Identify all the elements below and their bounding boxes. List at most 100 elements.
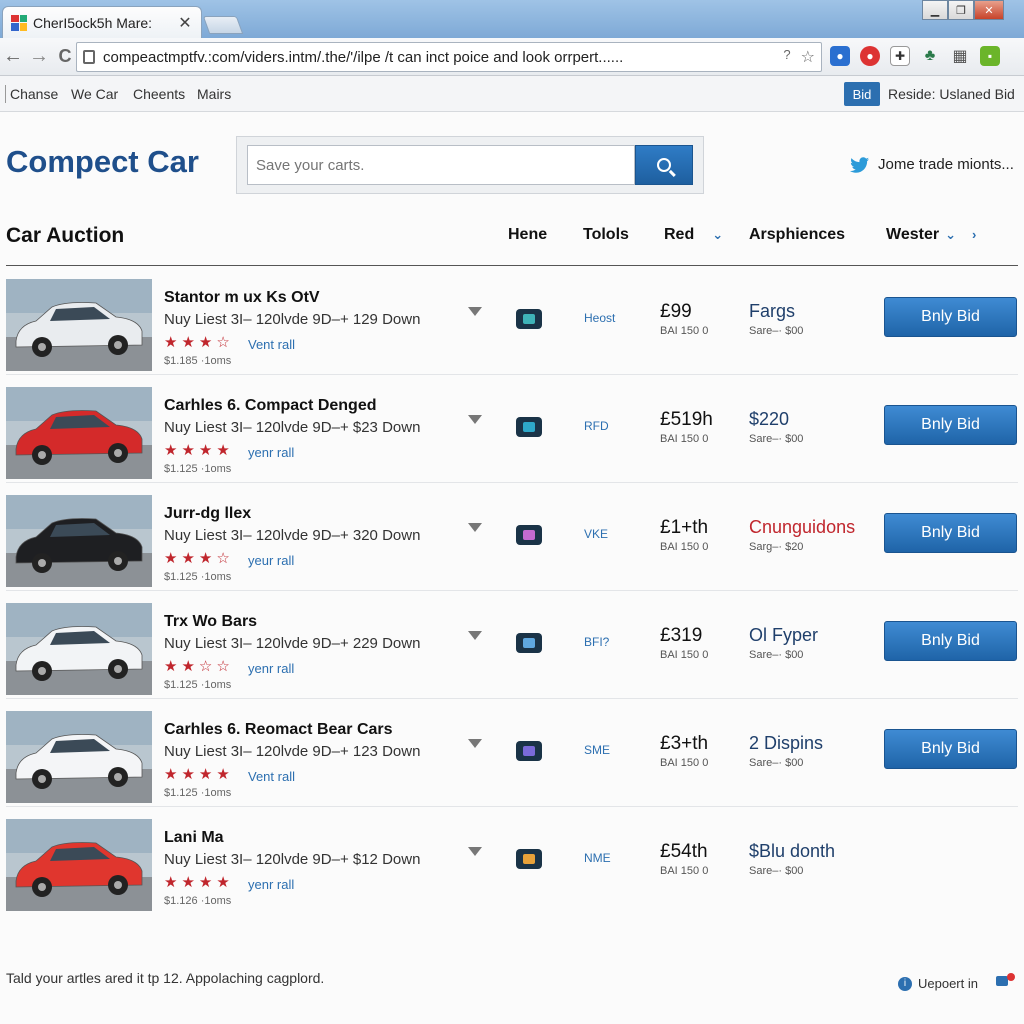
bid-button[interactable]: Bnly Bid [884,405,1017,445]
column-hene[interactable]: Hene [508,226,547,244]
page-title: Car Auction [6,224,125,247]
listing-row[interactable]: Jurr-dg llex Nuy Liest 3I– 120lvde 9D–+ … [6,483,1018,591]
app-icon[interactable] [516,849,542,869]
rating-link[interactable]: yeur rall [248,553,294,568]
bookmark-mairs[interactable]: Mairs [197,86,231,102]
price-sub: BAI 150 0 [660,757,709,769]
rating-link[interactable]: yenr rall [248,661,294,676]
listing-row[interactable]: Carhles 6. Compact Denged Nuy Liest 3I– … [6,375,1018,483]
bid-badge-button[interactable]: Bid [844,82,880,106]
star-filled-icon: ★ [181,874,199,891]
listing-row[interactable]: Trx Wo Bars Nuy Liest 3I– 120lvde 9D–+ 2… [6,591,1018,699]
caret-down-icon[interactable] [468,523,482,532]
caret-down-icon[interactable] [468,847,482,856]
extension-puzzle-icon[interactable]: ✚ [890,46,910,66]
car-illustration [6,603,152,695]
listing-code[interactable]: BFI? [584,635,609,649]
car-photo[interactable] [6,279,152,371]
help-icon[interactable]: ? [783,47,790,67]
bookmark-star-icon[interactable]: ☆ [801,47,815,67]
listing-title[interactable]: Jurr-dg llex [164,505,251,523]
listing-title[interactable]: Carhles 6. Reomact Bear Cars [164,721,393,739]
info-sub: Sare–· $00 [749,325,804,337]
listing-code[interactable]: Heost [584,311,615,325]
reload-icon[interactable]: C [52,46,78,67]
forward-icon[interactable]: → [26,45,52,68]
extension-figure-icon[interactable]: ♣ [920,46,940,66]
star-filled-icon: ★ [164,658,182,675]
bookmark-divider [5,85,6,103]
car-illustration [6,279,152,371]
price-sub: BAI 150 0 [660,325,709,337]
listing-code[interactable]: NME [584,851,611,865]
extension-grid-icon[interactable]: ▦ [950,46,970,66]
app-icon[interactable] [516,633,542,653]
bid-button[interactable]: Bnly Bid [884,513,1017,553]
app-icon[interactable] [516,525,542,545]
extension-red-icon[interactable]: ● [860,46,880,66]
back-icon[interactable]: ← [0,45,26,68]
listing-title[interactable]: Stantor m ux Ks OtV [164,289,320,307]
rating-link[interactable]: yenr rall [248,445,294,460]
app-icon[interactable] [516,417,542,437]
listing-row[interactable]: Lani Ma Nuy Liest 3I– 120lvde 9D–+ $12 D… [6,807,1018,915]
listing-meta: $1.125 ·1oms [164,679,232,691]
caret-down-icon[interactable] [468,631,482,640]
bid-button[interactable]: Bnly Bid [884,297,1017,337]
bookmark-cheents[interactable]: Cheents [133,86,185,102]
car-photo[interactable] [6,711,152,803]
chevron-down-icon: ⌄ [945,227,956,242]
header-divider [6,265,1018,266]
listing-row[interactable]: Stantor m ux Ks OtV Nuy Liest 3I– 120lvd… [6,267,1018,375]
twitter-link[interactable]: Jome trade mionts... [850,156,1014,173]
tab-close-icon[interactable]: ✕ [177,13,193,33]
listing-code[interactable]: RFD [584,419,609,433]
extension-green-icon[interactable]: ▪ [980,46,1000,66]
reside-link[interactable]: Reside: Uslaned Bid [888,86,1015,102]
bid-button[interactable]: Bnly Bid [884,729,1017,769]
site-logo[interactable]: Compect Car [6,144,199,180]
column-arsphiences[interactable]: Arsphiences [749,226,845,244]
support-link[interactable]: i Uepoert in [898,976,978,991]
search-input[interactable] [247,145,635,185]
car-photo[interactable] [6,819,152,911]
maximize-icon[interactable]: ❐ [948,0,974,20]
car-photo[interactable] [6,387,152,479]
bid-button[interactable]: Bnly Bid [884,621,1017,661]
rating-link[interactable]: Vent rall [248,769,295,784]
rating-link[interactable]: Vent rall [248,337,295,352]
listing-code[interactable]: SME [584,743,610,757]
column-wester[interactable]: Wester ⌄ › [886,226,976,244]
browser-tab[interactable]: CherI5ock5h Mare: ✕ [2,6,202,38]
column-red[interactable]: Red ⌄ [664,226,723,244]
listing-code[interactable]: VKE [584,527,608,541]
caret-down-icon[interactable] [468,739,482,748]
twitter-text: Jome trade mionts... [878,156,1014,173]
window-close-icon[interactable]: ✕ [974,0,1004,20]
listing-title[interactable]: Lani Ma [164,829,224,847]
listing-title[interactable]: Trx Wo Bars [164,613,257,631]
listing-title[interactable]: Carhles 6. Compact Denged [164,397,377,415]
bookmark-chanse[interactable]: Chanse [10,86,58,102]
app-icon[interactable] [516,309,542,329]
column-arsphiences-label: Arsphiences [749,226,846,243]
new-tab-button[interactable] [202,16,244,34]
caret-down-icon[interactable] [468,415,482,424]
listing-row[interactable]: Carhles 6. Reomact Bear Cars Nuy Liest 3… [6,699,1018,807]
bookmark-we-car[interactable]: We Car [71,86,118,102]
chat-icon[interactable] [996,972,1016,990]
star-filled-icon: ★ [181,334,199,351]
twitter-bird-icon [850,156,869,173]
car-photo[interactable] [6,495,152,587]
extension-blue-icon[interactable]: ● [830,46,850,66]
column-tolols[interactable]: Tolols [583,226,629,244]
listing-price: £1+th [660,517,709,538]
app-icon[interactable] [516,741,542,761]
minimize-icon[interactable]: ▁ [922,0,948,20]
search-button[interactable] [635,145,693,185]
caret-down-icon[interactable] [468,307,482,316]
address-bar[interactable]: compeactmptfv.:com/viders.intm/.the/'/il… [76,42,822,72]
star-empty-icon: ☆ [216,334,234,351]
rating-link[interactable]: yenr rall [248,877,294,892]
car-photo[interactable] [6,603,152,695]
